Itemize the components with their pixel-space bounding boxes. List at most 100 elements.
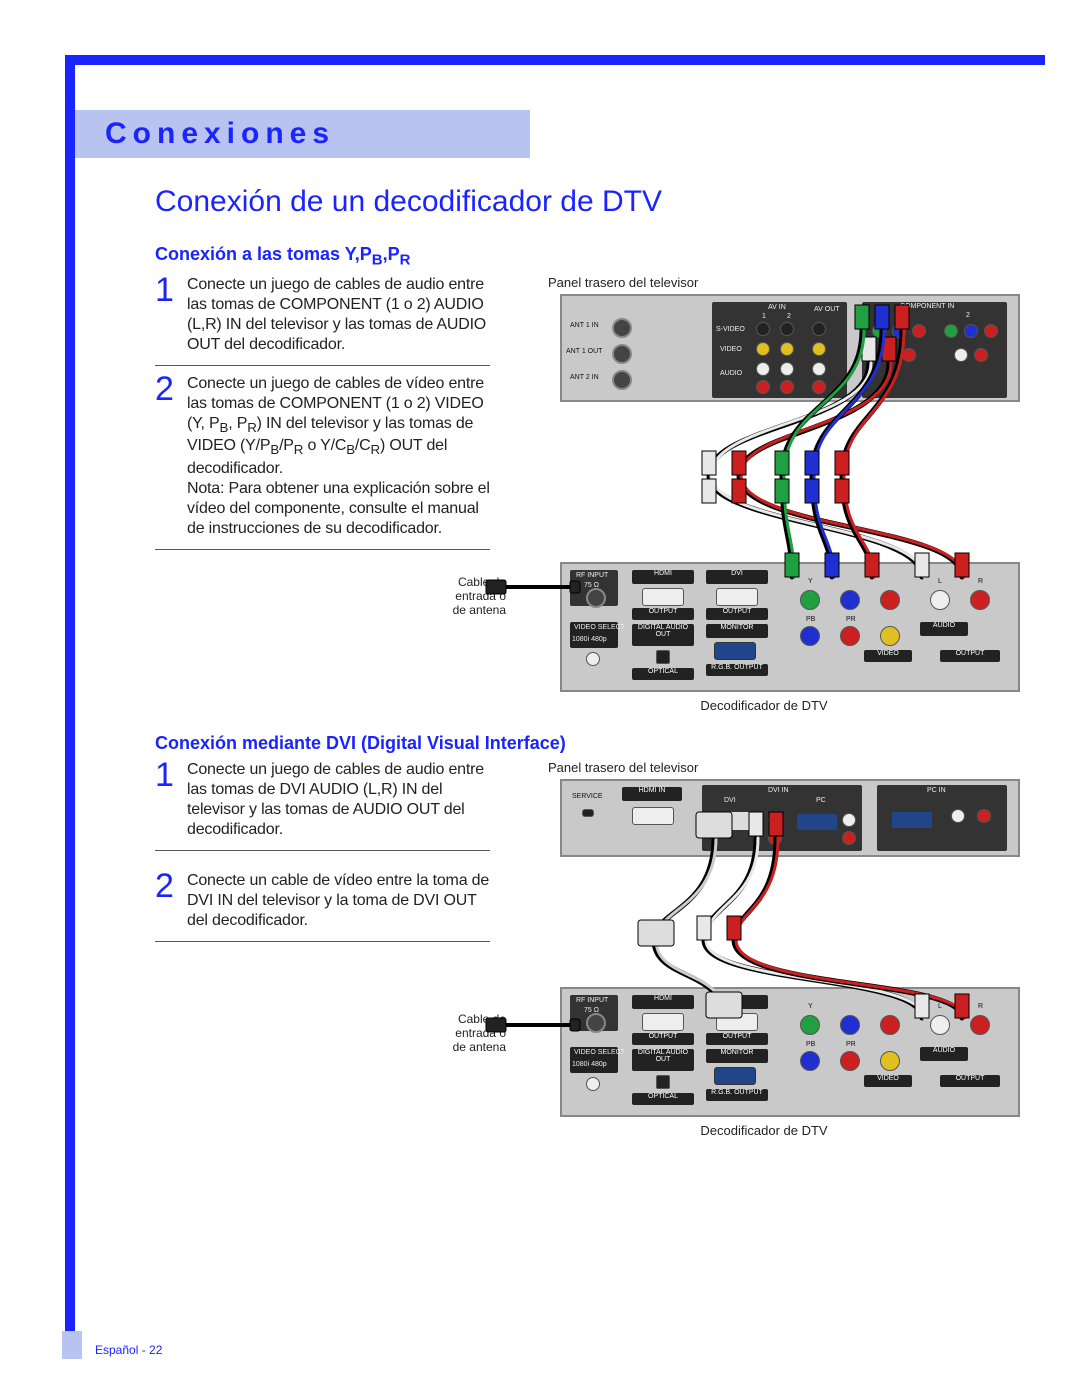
lbl: AUDIO: [920, 1047, 968, 1054]
jack-l1: [882, 348, 896, 362]
monitor-label: MONITOR: [706, 624, 768, 638]
lbl: Y: [808, 1003, 813, 1010]
jack: [780, 380, 794, 394]
output-label: OUTPUT: [940, 1075, 1000, 1087]
dvi-port: [710, 811, 756, 831]
lbl: PC: [816, 797, 826, 804]
jack-l: [768, 813, 782, 827]
lbl: AV IN: [768, 304, 786, 311]
dvi-port: [716, 1013, 758, 1031]
lbl: SERVICE: [572, 793, 603, 800]
t: B: [220, 420, 229, 435]
section-a-subtitle: Conexión a las tomas Y,PB,PR: [155, 244, 1020, 269]
t: o Y/C: [303, 437, 346, 454]
t: R: [371, 443, 380, 458]
t: B: [346, 443, 355, 458]
page-title: Conexión de un decodificador de DTV: [155, 185, 1020, 219]
lbl: R: [978, 578, 983, 585]
lbl: PC IN: [927, 787, 946, 794]
lbl: PB: [806, 616, 815, 623]
lbl: HDMI: [632, 570, 694, 577]
jack-pb: [840, 1015, 860, 1035]
jack: [780, 322, 794, 336]
cable-gap: [508, 402, 1020, 562]
hdmi-in-label: HDMI IN: [622, 787, 682, 801]
stb-panel-2: RF INPUT 75 Ω HDMI OUTPUT DVI OUTPUT VID…: [560, 987, 1020, 1117]
jack-r1: [902, 348, 916, 362]
coax-jack: [586, 1013, 606, 1033]
dvi-label: DVI: [706, 995, 768, 1009]
lbl: RF INPUT: [576, 572, 608, 579]
vga-port: [714, 642, 756, 660]
lbl: OUTPUT: [706, 1033, 768, 1040]
t: , P: [228, 415, 247, 432]
lbl: HDMI: [632, 995, 694, 1002]
jack-r2: [974, 348, 988, 362]
lbl: R.G.B. OUTPUT: [706, 1089, 768, 1096]
jack: [812, 342, 826, 356]
vga-port: [796, 813, 838, 831]
section-b-steps: 1 Conecte un juego de cables de audio en…: [155, 760, 490, 950]
step-text: Conecte un juego de cables de vídeo entr…: [187, 375, 484, 478]
lbl: VIDEO: [864, 1075, 912, 1082]
hdmi-port: [642, 588, 684, 606]
lbl: OUTPUT: [940, 1075, 1000, 1082]
output-label: OUTPUT: [632, 1033, 694, 1045]
lbl: 1: [762, 313, 766, 320]
jack: [586, 652, 600, 666]
step-b2: 2 Conecte un cable de vídeo entre la tom…: [155, 871, 490, 931]
antenna-jack: [612, 318, 632, 338]
lbl: OPTICAL: [632, 668, 694, 675]
jack-v: [880, 1051, 900, 1071]
lbl: 1080i 480p: [572, 636, 607, 643]
jack: [977, 809, 991, 823]
tv-rear-panel-2: SERVICE HDMI IN DVI IN DVI PC: [560, 779, 1020, 857]
t: ,P: [383, 244, 400, 264]
coax-jack: [586, 588, 606, 608]
jack-pr1: [912, 324, 926, 338]
jack: [812, 362, 826, 376]
jack-pr: [880, 1015, 900, 1035]
lbl: ANT 1 IN: [570, 322, 599, 329]
t: R: [400, 252, 411, 269]
lbl: ANT 1 OUT: [566, 348, 602, 355]
figure-label-side: Cable de entrada o de antena: [446, 575, 506, 618]
digital-audio-block: DIGITAL AUDIO OUT: [632, 1049, 694, 1071]
t: /C: [355, 437, 371, 454]
t: R: [247, 420, 256, 435]
jack-r: [970, 1015, 990, 1035]
jack: [586, 1077, 600, 1091]
dvi-port: [716, 588, 758, 606]
lbl: MONITOR: [706, 624, 768, 631]
hdmi-port: [632, 807, 674, 825]
figure-label-top: Panel trasero del televisor: [548, 275, 1020, 290]
hdmi-port: [642, 1013, 684, 1031]
step-note: Nota: Para obtener una explicación sobre…: [187, 480, 490, 537]
hdmi-label: HDMI: [632, 570, 694, 584]
lbl: Y: [808, 578, 813, 585]
lbl: 1080i 480p: [572, 1061, 607, 1068]
t: B: [372, 252, 383, 269]
lbl: OUTPUT: [940, 650, 1000, 657]
lbl: AUDIO: [720, 370, 742, 377]
jack: [756, 380, 770, 394]
lbl: DIGITAL AUDIO OUT: [632, 1049, 694, 1064]
lbl: ANT 2 IN: [570, 374, 599, 381]
lbl: OPTICAL: [632, 1093, 694, 1100]
step-number: 2: [155, 865, 174, 908]
step-number: 1: [155, 269, 174, 312]
lbl: OUTPUT: [632, 1033, 694, 1040]
lbl: DVI IN: [768, 787, 789, 794]
figure-label-side: Cable de entrada o de antena: [446, 1012, 506, 1055]
t: R: [294, 443, 303, 458]
lbl: 2: [966, 312, 970, 319]
lbl: 1: [894, 312, 898, 319]
output-label: OUTPUT: [706, 1033, 768, 1045]
jack-l: [930, 1015, 950, 1035]
component-in-block: COMPONENT IN 1 2: [862, 302, 1007, 398]
section-b-subtitle: Conexión mediante DVI (Digital Visual In…: [155, 733, 1020, 754]
section-a-steps: 1 Conecte un juego de cables de audio en…: [155, 275, 490, 559]
section-a-row: 1 Conecte un juego de cables de audio en…: [155, 275, 1020, 715]
lbl: AV OUT: [814, 306, 840, 313]
cable-gap: [508, 857, 1020, 987]
